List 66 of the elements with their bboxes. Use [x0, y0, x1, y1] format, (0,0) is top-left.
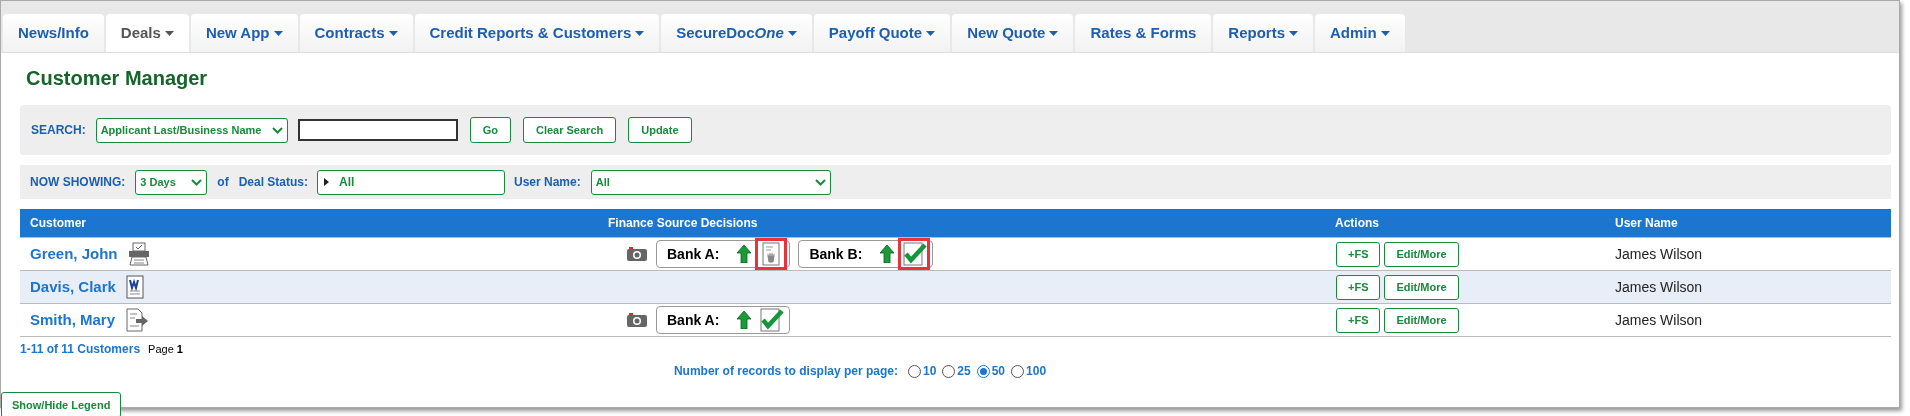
up-arrow-icon [737, 245, 752, 263]
decision-box[interactable]: Bank A: [656, 306, 791, 334]
column-header[interactable]: Customer [30, 216, 86, 230]
camera-icon[interactable] [626, 246, 648, 262]
user-name-label: User Name: [514, 174, 581, 191]
radio-label: 50 [991, 363, 1006, 380]
user-name-cell-text: James Wilson [1614, 244, 1704, 264]
page-title: Customer Manager [25, 66, 209, 91]
decision-box[interactable]: Bank B: [798, 240, 934, 268]
user-name-cell-text: James Wilson [1614, 277, 1704, 297]
now-showing-label: NOW SHOWING: [30, 174, 126, 191]
search-button[interactable]: Go [469, 117, 511, 143]
nav-tab[interactable]: New Quote [952, 14, 1074, 52]
user-name-select[interactable]: All [590, 169, 831, 195]
nav-tab[interactable]: Admin [1315, 14, 1405, 52]
document-arrow-icon [125, 308, 150, 332]
nav-tab[interactable]: Contracts [299, 14, 413, 52]
action-button[interactable]: Edit/More [1384, 241, 1459, 267]
nav-tab[interactable]: Credit Reports & Customers [414, 14, 660, 52]
search-label: SEARCH: [31, 122, 86, 139]
nav-tab[interactable]: News/Info [3, 14, 104, 52]
search-field[interactable] [297, 119, 458, 141]
of-label: of [217, 174, 229, 191]
printer-icon [127, 242, 150, 266]
search-button[interactable]: Clear Search [522, 117, 617, 143]
page-indicator: Page 1 [148, 341, 183, 357]
chevron-icon [191, 178, 203, 186]
nav-tab[interactable]: SecureDocOne [661, 14, 812, 52]
document-icon [125, 275, 144, 299]
nav-tab[interactable]: Payoff Quote [813, 14, 951, 52]
chevron-icon [271, 126, 283, 134]
action-button[interactable]: +FS [1336, 241, 1381, 267]
check-document-icon[interactable] [898, 238, 931, 270]
up-arrow-icon [880, 245, 895, 263]
customer-link[interactable]: Davis, Clark [30, 275, 116, 299]
action-button[interactable]: +FS [1336, 274, 1381, 300]
column-header[interactable]: Finance Source Decisions [608, 216, 758, 230]
customer-link[interactable]: Green, John [30, 242, 118, 266]
legend-button[interactable]: Show/Hide Legend [1, 392, 122, 416]
deal-status-label: Deal Status: [238, 174, 308, 191]
search-type-select[interactable]: Applicant Last/Business Name [95, 117, 288, 143]
nav-tab[interactable]: Reports [1213, 14, 1314, 52]
nav-tab[interactable]: Rates & Forms [1075, 14, 1212, 52]
period-select[interactable]: 3 Days [135, 169, 208, 195]
radio-label: 10 [922, 363, 937, 380]
user-name-cell-text: James Wilson [1614, 310, 1704, 330]
deal-status-select[interactable]: All [317, 169, 505, 195]
action-button[interactable]: +FS [1336, 307, 1381, 333]
column-header[interactable]: User Name [1615, 216, 1678, 230]
camera-icon[interactable] [626, 312, 648, 328]
radio-label: 25 [957, 363, 971, 380]
column-header[interactable]: Actions [1335, 216, 1379, 230]
trash-document-icon[interactable] [755, 238, 788, 270]
action-button[interactable]: Edit/More [1384, 274, 1459, 300]
radio-label: 100 [1026, 363, 1047, 380]
nav-tab[interactable]: New App [190, 14, 298, 52]
customer-count: 1-11 of 11 Customers [20, 341, 141, 358]
triangle-icon [324, 178, 329, 186]
up-arrow-icon [737, 311, 752, 329]
decision-box[interactable]: Bank A: [656, 240, 791, 268]
customer-link[interactable]: Smith, Mary [30, 308, 116, 332]
search-button[interactable]: Update [628, 117, 692, 143]
records-per-page-label: Number of records to display per page: [673, 363, 898, 380]
action-button[interactable]: Edit/More [1384, 307, 1459, 333]
nav-tab[interactable]: Deals [105, 14, 189, 52]
chevron-icon [814, 178, 826, 186]
